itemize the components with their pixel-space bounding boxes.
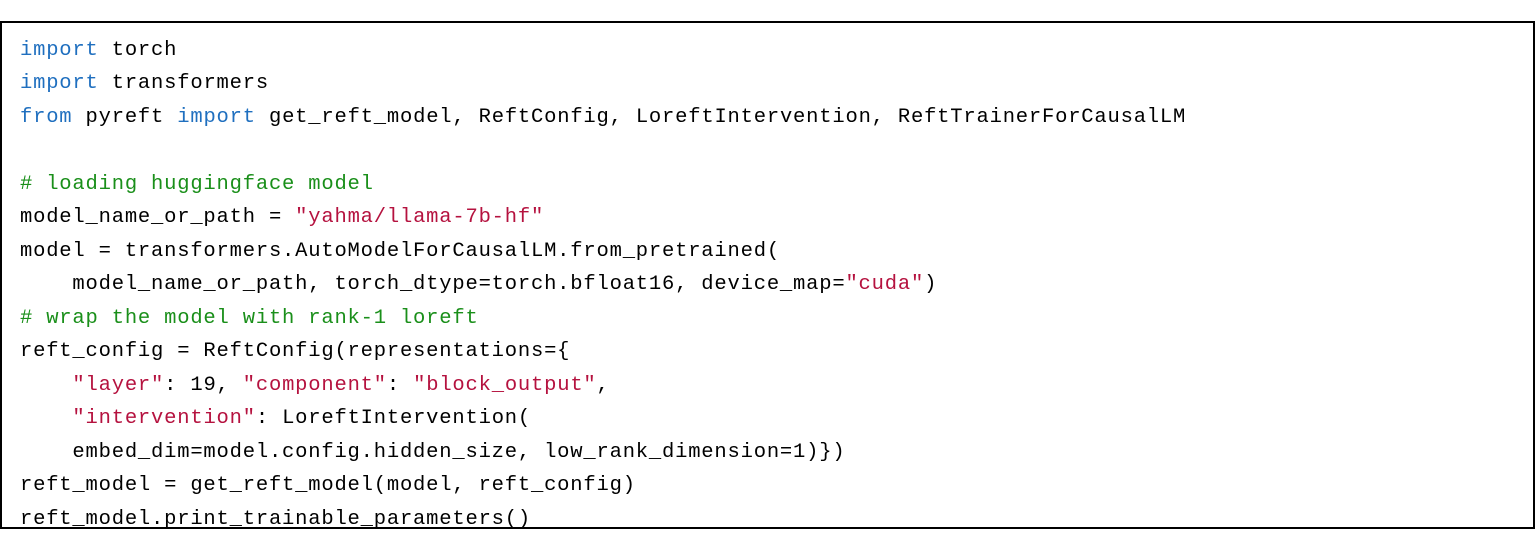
code-token: # loading huggingface model: [20, 173, 374, 196]
code-token: model_name_or_path =: [20, 206, 295, 229]
code-token: "layer": [72, 374, 164, 397]
code-content: import torch import transformers from py…: [20, 39, 1186, 529]
code-token: reft_model = get_reft_model(model, reft_…: [20, 474, 636, 497]
code-token: pyreft: [72, 106, 177, 129]
code-token: "intervention": [72, 407, 255, 430]
code-token: import: [20, 72, 99, 95]
code-token: "cuda": [845, 273, 924, 296]
code-token: embed_dim=model.config.hidden_size, low_…: [20, 441, 845, 464]
code-token: import: [177, 106, 256, 129]
code-token: [20, 407, 72, 430]
code-token: from: [20, 106, 72, 129]
code-token: ): [924, 273, 937, 296]
code-token: get_reft_model, ReftConfig, LoreftInterv…: [256, 106, 1186, 129]
code-token: import: [20, 39, 99, 62]
code-token: torch: [99, 39, 178, 62]
code-token: [20, 374, 72, 397]
code-token: model = transformers.AutoModelForCausalL…: [20, 240, 780, 263]
code-token: :: [387, 374, 413, 397]
code-token: model_name_or_path, torch_dtype=torch.bf…: [20, 273, 845, 296]
code-token: : LoreftIntervention(: [256, 407, 531, 430]
code-block: import torch import transformers from py…: [0, 21, 1535, 529]
code-token: "block_output": [413, 374, 596, 397]
code-token: transformers: [99, 72, 269, 95]
code-token: : 19,: [164, 374, 243, 397]
code-token: reft_model.print_trainable_parameters(): [20, 508, 531, 529]
code-token: ,: [597, 374, 610, 397]
code-token: # wrap the model with rank-1 loreft: [20, 307, 479, 330]
code-token: "component": [243, 374, 387, 397]
code-token: reft_config = ReftConfig(representations…: [20, 340, 570, 363]
code-token: "yahma/llama-7b-hf": [295, 206, 544, 229]
